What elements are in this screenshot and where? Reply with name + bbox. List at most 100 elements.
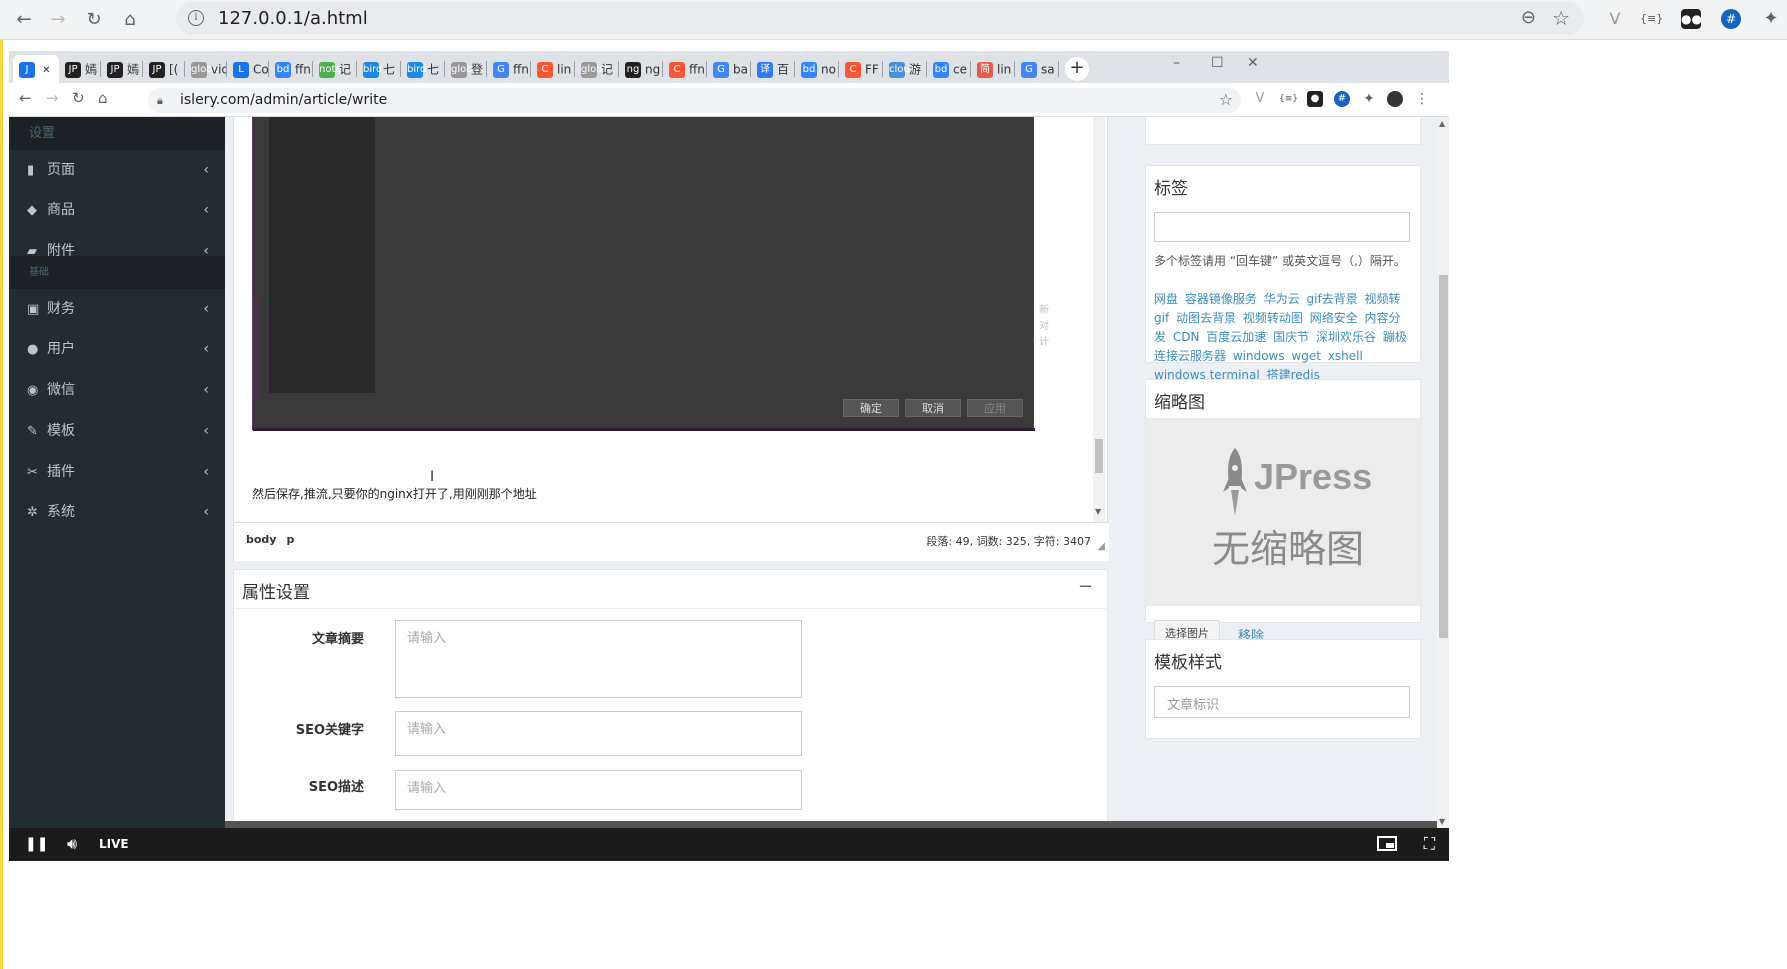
tag-link[interactable]: 百度云加速 xyxy=(1206,330,1266,344)
browser-tab[interactable]: JP 嫣 xyxy=(59,55,101,83)
fullscreen-icon[interactable]: ⛶ xyxy=(1424,834,1435,854)
browser-tab[interactable]: bird七 xyxy=(357,55,401,83)
browser-tab[interactable]: bd ce xyxy=(927,55,971,83)
scroll-down-icon[interactable]: ▼ xyxy=(1439,817,1445,826)
browser-tab[interactable]: Gffn xyxy=(487,55,531,83)
browser-tab[interactable]: 译百 xyxy=(751,55,795,83)
reload-icon[interactable]: ↻ xyxy=(82,8,106,32)
volume-icon[interactable]: 🔊︎ xyxy=(67,834,77,854)
browser-tab[interactable]: globe记 xyxy=(575,55,619,83)
tag-link[interactable]: 容器镜像服务 xyxy=(1185,292,1257,306)
page-scrollbar[interactable]: ▲ ▼ xyxy=(1437,117,1449,828)
inner-address-bar[interactable]: 🔒︎ islery.com/admin/article/write ☆ xyxy=(148,88,1241,113)
close-window-icon[interactable]: ✕ xyxy=(1247,55,1259,71)
browser-tab[interactable]: JP [( xyxy=(143,55,185,83)
summary-textarea[interactable]: 请输入 xyxy=(395,620,802,698)
browser-tab[interactable]: Clin xyxy=(531,55,575,83)
tag-link[interactable]: wget xyxy=(1291,349,1321,363)
hashtag-extension-icon[interactable]: # xyxy=(1721,9,1741,29)
json-viewer-icon[interactable]: {≡} xyxy=(1279,91,1298,107)
horizontal-scrollbar[interactable] xyxy=(225,821,1437,828)
browser-tab[interactable]: ng ng xyxy=(619,55,663,83)
path-p[interactable]: p xyxy=(286,533,294,546)
tag-link[interactable]: 网络安全 xyxy=(1310,311,1358,325)
tag-link[interactable]: 深圳欢乐谷 xyxy=(1316,330,1376,344)
zoom-icon[interactable]: ⊖ xyxy=(1521,7,1536,28)
tag-link[interactable]: CDN xyxy=(1173,330,1200,344)
rich-text-editor[interactable]: 确定 取消 应用 新对计 I 然后保存,推流,只要你的nginx打开了,用刚刚那… xyxy=(233,117,1109,561)
back-icon[interactable]: ← xyxy=(12,8,36,32)
editor-paragraph[interactable]: 然后保存,推流,只要你的nginx打开了,用刚刚那个地址 xyxy=(252,485,537,502)
outer-address-bar[interactable]: i 127.0.0.1/a.html ⊖ ☆ xyxy=(176,2,1584,35)
hashtag-extension-icon[interactable]: # xyxy=(1334,91,1350,107)
browser-tab[interactable]: bd no xyxy=(795,55,839,83)
json-viewer-icon[interactable]: {≡} xyxy=(1640,9,1663,29)
seo-description-textarea[interactable]: 请输入 xyxy=(395,770,802,810)
resize-grip-icon[interactable]: ◢ xyxy=(1097,541,1105,552)
tampermonkey-icon[interactable]: ●● xyxy=(1681,9,1702,29)
tampermonkey-icon[interactable]: ● xyxy=(1307,91,1323,107)
tag-input[interactable] xyxy=(1154,212,1410,242)
new-tab-button[interactable]: + xyxy=(1065,57,1089,81)
tag-link[interactable]: xshell xyxy=(1328,349,1363,363)
browser-tab[interactable]: Gba xyxy=(707,55,751,83)
tag-link[interactable]: 连接云服务器 xyxy=(1154,349,1226,363)
sidebar-item[interactable]: ◆ 商品 ‹ xyxy=(9,190,225,230)
more-menu-icon[interactable]: ⋮ xyxy=(1414,91,1430,107)
browser-tab[interactable]: Cffn xyxy=(663,55,707,83)
picture-in-picture-icon[interactable] xyxy=(1377,836,1397,851)
extensions-puzzle-icon[interactable]: ✦ xyxy=(1361,91,1377,107)
browser-tab[interactable]: globevic xyxy=(185,55,227,83)
extensions-puzzle-icon[interactable]: ✦ xyxy=(1761,9,1781,29)
bookmark-star-icon[interactable]: ☆ xyxy=(1219,90,1233,109)
article-flag-input[interactable]: 文章标识 xyxy=(1154,686,1410,718)
vue-devtools-icon[interactable]: V xyxy=(1252,91,1268,107)
browser-tab[interactable]: bird七 xyxy=(401,55,445,83)
tag-link[interactable]: 蹦极 xyxy=(1383,330,1407,344)
collapse-button[interactable]: − xyxy=(1078,576,1093,597)
pause-icon[interactable]: ❚❚ xyxy=(25,836,48,852)
tag-link[interactable]: 动图去背景 xyxy=(1176,311,1236,325)
back-icon[interactable]: ← xyxy=(19,89,32,107)
page-scroll-thumb[interactable] xyxy=(1439,275,1448,638)
sidebar-item[interactable]: ▮ 页面 ‹ xyxy=(9,150,225,190)
browser-tab[interactable]: C FF xyxy=(839,55,883,83)
browser-tab[interactable]: 简 lin xyxy=(971,55,1015,83)
browser-tab[interactable]: note记 xyxy=(313,55,357,83)
tag-link[interactable]: windows xyxy=(1233,349,1285,363)
tag-link[interactable]: gif去背景 xyxy=(1307,292,1358,306)
sidebar-item[interactable]: ● 用户 ‹ xyxy=(9,329,225,369)
seo-keywords-textarea[interactable]: 请输入 xyxy=(395,711,802,756)
forward-icon[interactable]: → xyxy=(46,89,59,107)
tag-link[interactable]: 国庆节 xyxy=(1273,330,1309,344)
browser-tab[interactable]: bd ffn xyxy=(269,55,313,83)
profile-avatar[interactable] xyxy=(1387,91,1403,107)
home-icon[interactable]: ⌂ xyxy=(98,89,108,107)
home-icon[interactable]: ⌂ xyxy=(118,8,142,32)
path-body[interactable]: body xyxy=(246,533,276,546)
browser-tab[interactable]: J ✕ xyxy=(13,55,59,83)
minimize-window-icon[interactable]: – xyxy=(1173,55,1180,71)
outer-url[interactable]: 127.0.0.1/a.html xyxy=(218,8,368,29)
sidebar-item[interactable]: ▣ 财务 ‹ xyxy=(9,289,225,329)
sidebar-item[interactable]: ◉ 微信 ‹ xyxy=(9,370,225,410)
browser-tab[interactable]: cloud游 xyxy=(883,55,927,83)
editor-scroll-thumb[interactable] xyxy=(1095,439,1103,473)
browser-tab[interactable]: globe登 xyxy=(445,55,487,83)
tag-link[interactable]: 华为云 xyxy=(1264,292,1300,306)
scroll-down-icon[interactable]: ▼ xyxy=(1095,507,1101,516)
forward-icon[interactable]: → xyxy=(46,8,70,32)
sidebar-item[interactable]: ✲ 系统 ‹ xyxy=(9,492,225,532)
maximize-window-icon[interactable]: ☐ xyxy=(1211,55,1224,71)
editor-scrollbar[interactable]: ▼ xyxy=(1093,117,1105,522)
tag-link[interactable]: 视频转动图 xyxy=(1243,311,1303,325)
bookmark-star-icon[interactable]: ☆ xyxy=(1552,6,1570,30)
sidebar-item[interactable]: ✎ 模板 ‹ xyxy=(9,411,225,451)
sidebar-item[interactable]: ✂ 插件 ‹ xyxy=(9,452,225,492)
tag-link[interactable]: 网盘 xyxy=(1154,292,1178,306)
reload-icon[interactable]: ↻ xyxy=(72,89,85,107)
browser-tab[interactable]: L Co xyxy=(227,55,269,83)
info-icon[interactable]: i xyxy=(188,10,204,26)
scroll-up-icon[interactable]: ▲ xyxy=(1439,119,1445,128)
browser-tab[interactable]: JP 嫣 xyxy=(101,55,143,83)
